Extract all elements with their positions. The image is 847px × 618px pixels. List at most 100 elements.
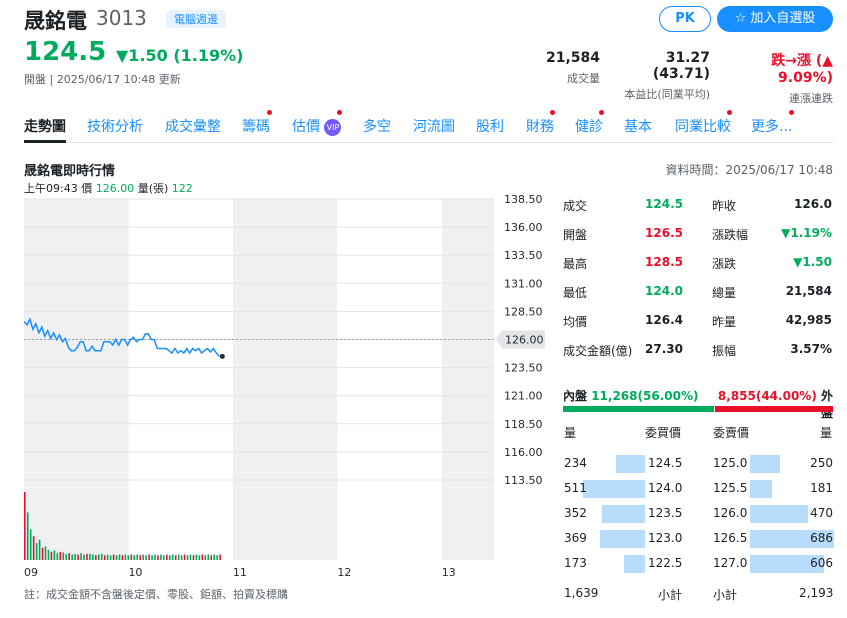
volume-bar	[198, 555, 201, 560]
ask-vol: 181	[810, 481, 833, 495]
ask-price[interactable]: 127.0	[713, 556, 747, 570]
stock-code: 3013	[96, 6, 147, 30]
quote-label: 最高	[563, 257, 588, 271]
tab-dividend[interactable]: 股利	[476, 116, 504, 136]
ask-vol-bar	[750, 455, 780, 473]
quote-row: 最低 124.0	[563, 284, 683, 308]
tab-trades[interactable]: 成交彙整	[165, 116, 221, 136]
outer-label: 外盤	[820, 389, 833, 420]
time-band	[337, 199, 442, 560]
volume-bar	[106, 554, 109, 560]
quote-row: 昨收 126.0	[712, 197, 832, 221]
volume-bar	[183, 554, 186, 560]
tab-health[interactable]: 健診	[575, 116, 603, 136]
tab-valuation[interactable]: 估價 VIP	[292, 116, 342, 136]
bid-vol-bar	[583, 480, 645, 498]
time-band	[441, 199, 494, 560]
quote-label: 成交	[563, 199, 588, 213]
quote-label: 最低	[563, 286, 588, 300]
chart-title: 晟銘電即時行情	[24, 164, 116, 179]
tab-trend[interactable]: 走勢圖	[24, 116, 66, 143]
volume-bar	[171, 554, 174, 560]
x-tick-label: 12	[337, 566, 351, 579]
volume-bar	[216, 555, 218, 560]
ask-price-header: 委賣價	[713, 426, 750, 440]
ask-price[interactable]: 125.0	[713, 456, 747, 470]
volume-bar	[189, 554, 192, 560]
y-tick-label: 118.50	[504, 418, 543, 431]
price-change: ▼1.50 (1.19%)	[116, 46, 244, 65]
hover-time: 上午09:43	[24, 182, 78, 195]
y-tick-label: 116.00	[504, 446, 543, 459]
new-badge-dot	[599, 110, 604, 115]
bid-total-label: 小計	[658, 588, 683, 602]
tab-valuation-label: 估價	[292, 119, 320, 135]
stat-streak-label: 連漲連跌	[789, 92, 833, 105]
ask-vol-header: 量	[820, 426, 833, 440]
y-tick-label: 133.50	[504, 249, 543, 262]
tab-peer-compare[interactable]: 同業比較	[675, 116, 731, 136]
volume-bar	[41, 547, 44, 560]
time-band	[128, 199, 233, 560]
stat-volume: 21,584 成交量	[532, 50, 600, 86]
tab-more[interactable]: 更多...	[751, 116, 792, 136]
volume-bar	[121, 555, 124, 560]
new-badge-dot	[550, 110, 555, 115]
volume-bar	[157, 555, 159, 560]
quote-label: 開盤	[563, 228, 588, 242]
volume-bar	[204, 555, 207, 560]
ask-price[interactable]: 126.5	[713, 531, 747, 545]
ask-price[interactable]: 126.0	[713, 506, 747, 520]
intraday-chart[interactable]: 138.50 136.00 133.50 131.00 128.50 126.00 123.…	[0, 195, 550, 583]
tab-basic[interactable]: 基本	[624, 116, 652, 136]
tab-chips[interactable]: 籌碼	[242, 116, 270, 136]
ask-total-label: 小計	[713, 588, 738, 602]
volume-bar	[192, 555, 195, 560]
volume-bar	[44, 546, 47, 560]
volume-bar	[50, 551, 53, 560]
quote-value: 124.5	[645, 197, 683, 211]
volume-bar	[83, 554, 85, 560]
volume-bar	[86, 553, 88, 560]
quote-label: 均價	[563, 315, 588, 329]
quote-label: 漲跌	[712, 257, 737, 271]
bid-vol-bar	[602, 505, 645, 523]
volume-bar	[32, 536, 35, 560]
quote-label: 昨量	[712, 315, 737, 329]
tab-financial[interactable]: 財務	[526, 116, 554, 136]
ask-vol: 470	[810, 506, 833, 520]
volume-bar	[195, 554, 198, 560]
volume-bar	[154, 554, 156, 560]
inner-ratio-bar	[563, 406, 714, 412]
bid-price[interactable]: 124.0	[648, 481, 682, 495]
inner-label: 內盤	[563, 389, 588, 403]
new-badge-dot	[337, 110, 342, 115]
volume-bar	[59, 551, 62, 560]
volume-bar	[163, 555, 165, 560]
pk-button[interactable]: PK	[659, 6, 711, 32]
bid-price[interactable]: 122.5	[648, 556, 682, 570]
quote-value: 21,584	[785, 284, 832, 298]
stock-name: 晟銘電	[24, 9, 87, 33]
volume-bar	[56, 553, 59, 560]
quote-value: 27.30	[645, 342, 683, 356]
bid-price[interactable]: 123.0	[648, 531, 682, 545]
tab-long-short[interactable]: 多空	[363, 116, 391, 136]
volume-bar	[53, 550, 56, 560]
x-tick-label: 10	[128, 566, 142, 579]
ask-price[interactable]: 125.5	[713, 481, 747, 495]
quote-row: 振幅 3.57%	[712, 342, 832, 366]
volume-bar	[109, 555, 112, 560]
tab-technical[interactable]: 技術分析	[87, 116, 143, 136]
bid-price[interactable]: 124.5	[648, 456, 682, 470]
volume-bar	[112, 554, 115, 560]
add-watchlist-button[interactable]: ☆ 加入自選股	[717, 6, 833, 32]
bid-price[interactable]: 123.5	[648, 506, 682, 520]
x-tick-label: 13	[442, 566, 456, 579]
time-band	[24, 199, 129, 560]
tab-river[interactable]: 河流圖	[413, 116, 455, 136]
hover-vol: 122	[171, 182, 193, 195]
ask-vol-bar	[750, 480, 772, 498]
industry-tag[interactable]: 電腦週邊	[166, 10, 226, 28]
volume-bar	[139, 555, 142, 560]
